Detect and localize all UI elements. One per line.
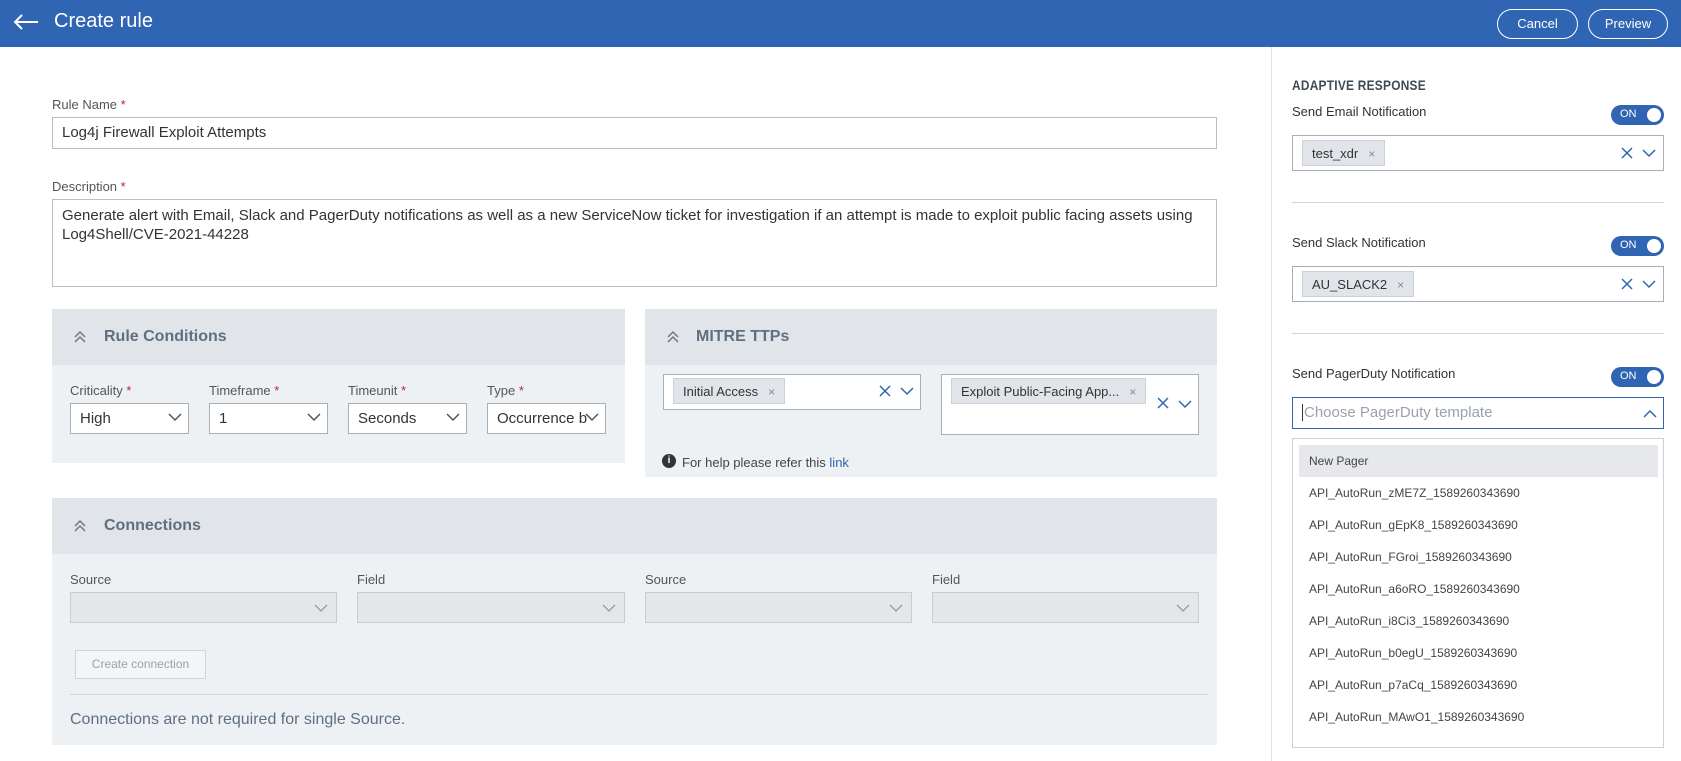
chevron-down-icon — [585, 413, 599, 422]
cancel-button[interactable]: Cancel — [1497, 9, 1578, 39]
back-arrow-icon[interactable] — [12, 10, 40, 34]
dropdown-option[interactable]: API_AutoRun_p7aCq_1589260343690 — [1299, 669, 1658, 701]
mitre-help-text: For help please refer this link — [682, 455, 849, 470]
chevron-down-icon — [889, 604, 903, 612]
chevron-down-icon — [314, 604, 328, 612]
chevron-down-icon[interactable] — [900, 386, 914, 396]
mitre-header[interactable]: MITRE TTPs — [645, 309, 1217, 365]
chip-remove-icon[interactable]: × — [1129, 385, 1136, 399]
header-bar: Create rule Cancel Preview — [0, 0, 1681, 47]
pagerduty-notification-label: Send PagerDuty Notification — [1292, 366, 1456, 381]
dropdown-option[interactable]: API_AutoRun_a6oRO_1589260343690 — [1299, 573, 1658, 605]
dropdown-option[interactable]: API_AutoRun_FGroi_1589260343690 — [1299, 541, 1658, 573]
divider — [70, 694, 1208, 695]
clear-icon[interactable] — [1621, 278, 1633, 290]
create-connection-button[interactable]: Create connection — [75, 650, 206, 679]
dropdown-option[interactable]: API_AutoRun_MAwO1_1589260343690 — [1299, 701, 1658, 733]
pagerduty-dropdown-list: New Pager API_AutoRun_zME7Z_1589260343690… — [1292, 438, 1664, 748]
type-select[interactable]: Occurrence b — [487, 403, 606, 434]
email-toggle[interactable]: ON — [1611, 105, 1664, 125]
chevron-down-icon[interactable] — [1178, 399, 1192, 409]
timeunit-label: Timeunit * — [348, 383, 407, 398]
divider — [1292, 333, 1664, 334]
clear-icon[interactable] — [879, 385, 891, 397]
chip-remove-icon[interactable]: × — [1397, 278, 1404, 292]
chevron-down-icon — [1176, 604, 1190, 612]
connections-note: Connections are not required for single … — [70, 711, 406, 728]
pagerduty-template-select[interactable]: Choose PagerDuty template — [1292, 397, 1664, 429]
dropdown-option[interactable]: New Pager — [1299, 445, 1658, 477]
collapse-chevron-icon[interactable] — [666, 330, 680, 344]
rule-conditions-title: Rule Conditions — [104, 328, 227, 345]
adaptive-response-title: ADAPTIVE RESPONSE — [1292, 77, 1426, 93]
email-notification-label: Send Email Notification — [1292, 104, 1427, 119]
pagerduty-toggle[interactable]: ON — [1611, 367, 1664, 387]
technique-chip[interactable]: Exploit Public-Facing App... × — [951, 378, 1147, 404]
connections-title: Connections — [104, 517, 201, 534]
chevron-down-icon — [307, 413, 321, 422]
chip-remove-icon[interactable]: × — [768, 385, 775, 399]
collapse-chevron-icon[interactable] — [73, 519, 87, 533]
page-title: Create rule — [54, 10, 153, 32]
mitre-title: MITRE TTPs — [696, 328, 790, 345]
chevron-down-icon[interactable] — [1642, 148, 1656, 158]
timeunit-select[interactable]: Seconds — [348, 403, 467, 434]
dropdown-option[interactable]: API_AutoRun_gEpK8_1589260343690 — [1299, 509, 1658, 541]
email-chip[interactable]: test_xdr × — [1302, 140, 1386, 166]
chevron-down-icon[interactable] — [1642, 279, 1656, 289]
description-label: Description * — [52, 179, 126, 194]
tactic-chip[interactable]: Initial Access × — [673, 378, 786, 404]
slack-notification-label: Send Slack Notification — [1292, 235, 1426, 250]
source-select[interactable] — [645, 592, 912, 623]
connections-header[interactable]: Connections — [52, 498, 1217, 554]
chevron-down-icon — [446, 413, 460, 422]
source-label: Source — [645, 572, 687, 587]
description-textarea[interactable]: Generate alert with Email, Slack and Pag… — [52, 199, 1217, 287]
field-label: Field — [932, 572, 961, 587]
chevron-down-icon — [602, 604, 616, 612]
slack-toggle[interactable]: ON — [1611, 236, 1664, 256]
type-label: Type * — [487, 383, 524, 398]
field-label: Field — [357, 572, 386, 587]
dropdown-option[interactable]: API_AutoRun_b0egU_1589260343690 — [1299, 637, 1658, 669]
field-select[interactable] — [357, 592, 625, 623]
dropdown-option[interactable]: API_AutoRun_zME7Z_1589260343690 — [1299, 477, 1658, 509]
field-select[interactable] — [932, 592, 1199, 623]
pagerduty-placeholder: Choose PagerDuty template — [1302, 404, 1493, 421]
timeframe-label: Timeframe * — [209, 383, 280, 398]
slack-chip[interactable]: AU_SLACK2 × — [1302, 271, 1415, 297]
source-select[interactable] — [70, 592, 337, 623]
criticality-select[interactable]: High — [70, 403, 189, 434]
source-label: Source — [70, 572, 112, 587]
dropdown-option[interactable]: API_AutoRun_i8Ci3_1589260343690 — [1299, 605, 1658, 637]
criticality-label: Criticality * — [70, 383, 132, 398]
help-link[interactable]: link — [829, 455, 849, 470]
collapse-chevron-icon[interactable] — [73, 330, 87, 344]
clear-icon[interactable] — [1157, 397, 1169, 409]
rule-conditions-header[interactable]: Rule Conditions — [52, 309, 625, 365]
rule-name-input[interactable]: Log4j Firewall Exploit Attempts — [52, 117, 1217, 149]
rule-conditions-panel: Rule Conditions — [52, 309, 625, 463]
divider — [1292, 202, 1664, 203]
chevron-up-icon[interactable] — [1643, 409, 1657, 419]
info-icon: i — [662, 454, 676, 468]
chip-remove-icon[interactable]: × — [1368, 147, 1375, 161]
preview-button[interactable]: Preview — [1588, 9, 1668, 39]
rule-name-label: Rule Name * — [52, 97, 126, 112]
clear-icon[interactable] — [1621, 147, 1633, 159]
chevron-down-icon — [168, 413, 182, 422]
timeframe-select[interactable]: 1 — [209, 403, 328, 434]
